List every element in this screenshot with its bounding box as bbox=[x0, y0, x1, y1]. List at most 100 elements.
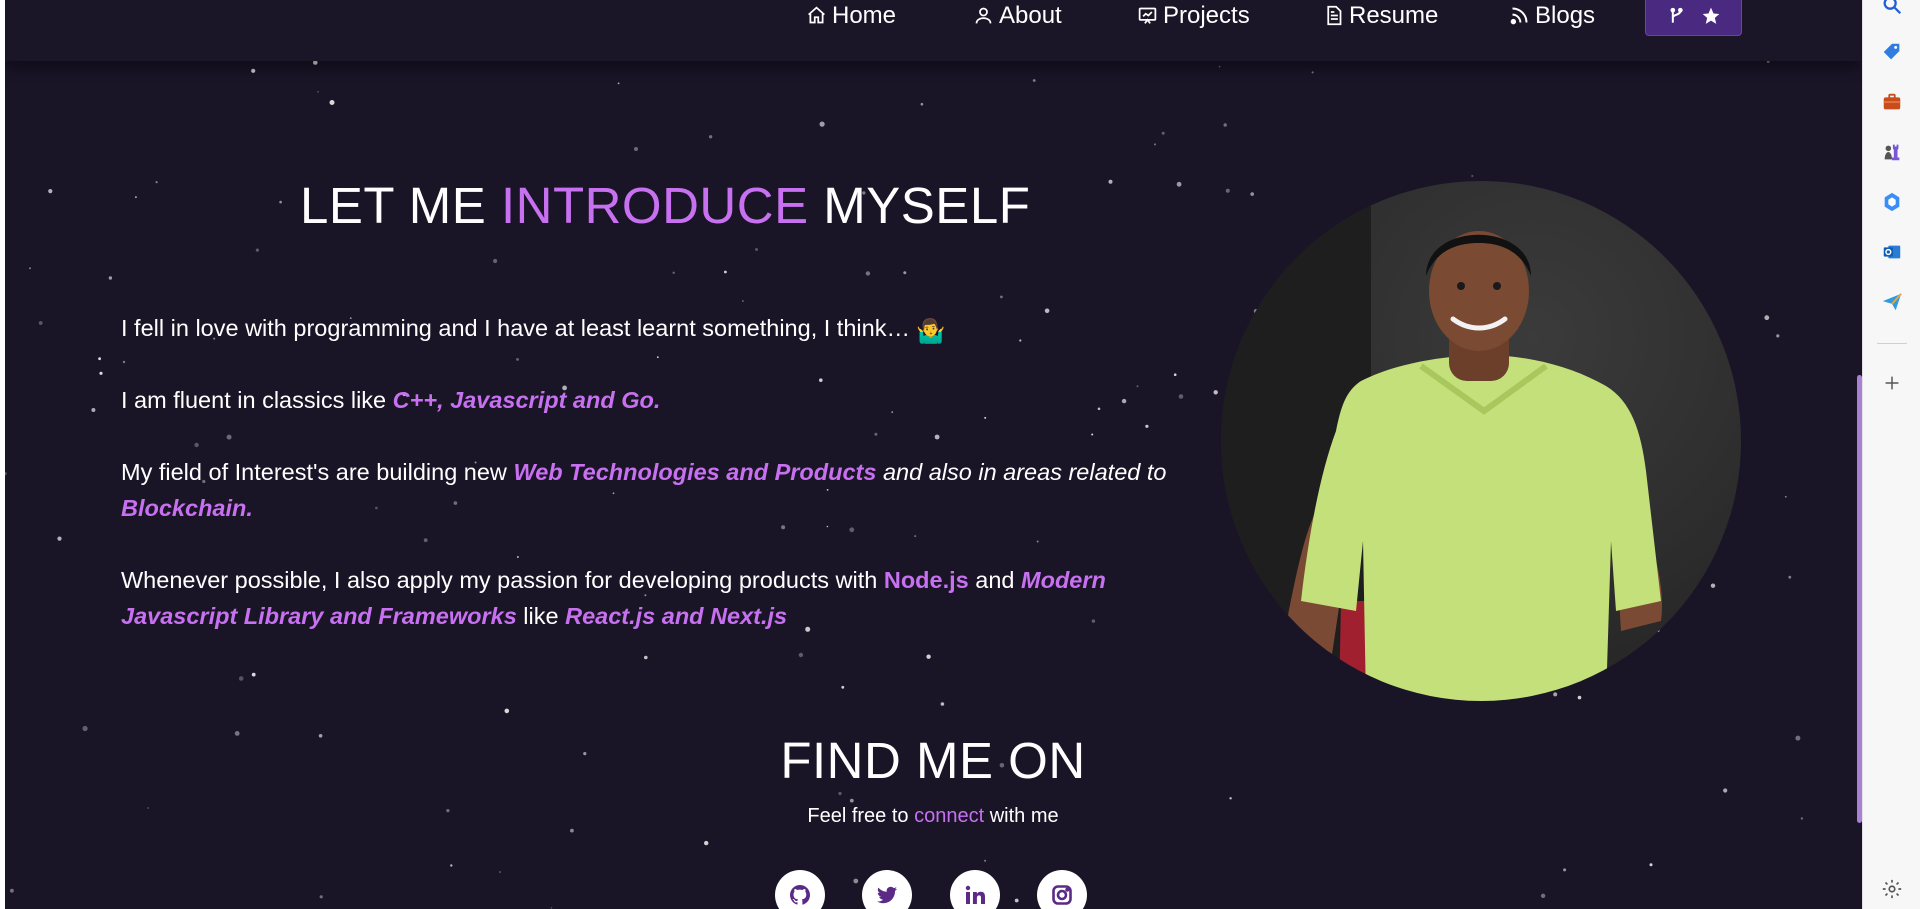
star-dot bbox=[194, 442, 199, 448]
instagram-icon bbox=[1052, 885, 1072, 905]
profile-photo-illustration bbox=[1221, 181, 1662, 701]
top-navbar: Home About Projects Resume Blogs bbox=[5, 0, 1861, 61]
p3-blockchain: Blockchain. bbox=[121, 495, 253, 521]
star-dot bbox=[155, 181, 158, 184]
star-dot bbox=[1218, 65, 1221, 68]
github-fork-star-button[interactable] bbox=[1645, 0, 1742, 36]
sidebar-copilot[interactable] bbox=[1875, 185, 1909, 219]
find-sub-text-2: with me bbox=[984, 805, 1059, 827]
briefcase-icon bbox=[1883, 93, 1901, 110]
star-dot bbox=[10, 888, 14, 893]
star-dot bbox=[1161, 131, 1165, 135]
star-dot bbox=[504, 708, 510, 714]
star-dot bbox=[1213, 390, 1218, 395]
find-me-subtitle: Feel free to connect with me bbox=[5, 804, 1861, 828]
profile-avatar bbox=[1221, 181, 1741, 701]
star-dot bbox=[319, 895, 323, 899]
star-dot bbox=[317, 90, 319, 93]
intro-paragraph-2: I am fluent in classics like C++, Javasc… bbox=[121, 382, 1201, 418]
intro-heading-highlight: INTRODUCE bbox=[500, 177, 809, 234]
star-dot bbox=[819, 121, 825, 127]
nav-projects-label: Projects bbox=[1163, 1, 1250, 29]
star-dot bbox=[1563, 868, 1567, 872]
nav-blogs[interactable]: Blogs bbox=[1509, 0, 1595, 31]
nav-resume[interactable]: Resume bbox=[1323, 0, 1438, 31]
star-dot bbox=[1311, 71, 1314, 74]
star-dot bbox=[1091, 433, 1094, 436]
star-dot bbox=[704, 840, 709, 846]
star-dot bbox=[708, 135, 713, 139]
star-dot bbox=[516, 358, 519, 361]
p3-text: My field of Interest's are building new bbox=[121, 459, 514, 485]
find-me-heading: FIND ME ON bbox=[780, 732, 1086, 789]
p4-text-3: like bbox=[516, 603, 566, 629]
star-dot bbox=[1649, 863, 1653, 867]
star-dot bbox=[516, 556, 519, 558]
github-icon bbox=[790, 885, 811, 905]
star-dot bbox=[450, 864, 453, 867]
star-dot bbox=[926, 654, 931, 659]
star-dot bbox=[841, 685, 845, 689]
intro-heading-part2: MYSELF bbox=[808, 177, 1031, 234]
star-dot bbox=[940, 702, 945, 706]
nav-about-label: About bbox=[999, 1, 1062, 29]
nav-projects[interactable]: Projects bbox=[1137, 0, 1250, 31]
portfolio-page: Home About Projects Resume Blogs LET ME … bbox=[5, 0, 1861, 909]
twitter-icon bbox=[877, 886, 897, 904]
star-dot bbox=[48, 189, 53, 194]
star-dot bbox=[570, 828, 574, 833]
intro-heading: LET ME INTRODUCE MYSELF bbox=[300, 178, 1030, 234]
star-dot bbox=[1776, 334, 1780, 338]
sidebar-send[interactable] bbox=[1875, 285, 1909, 319]
sidebar-search[interactable] bbox=[1875, 0, 1909, 22]
p4-react-next: React.js and Next.js bbox=[565, 603, 788, 629]
star-dot bbox=[724, 270, 727, 274]
p4-text-1: Whenever possible, I also apply my passi… bbox=[121, 567, 884, 593]
star-dot bbox=[903, 271, 907, 275]
nav-about[interactable]: About bbox=[973, 0, 1062, 31]
p3-areas-text: and also in areas related to bbox=[876, 459, 1167, 485]
star-dot bbox=[672, 271, 675, 274]
nav-home[interactable]: Home bbox=[806, 0, 896, 31]
sidebar-settings[interactable] bbox=[1875, 872, 1909, 906]
star-dot bbox=[1723, 788, 1728, 793]
star-dot bbox=[38, 321, 43, 325]
star-dot bbox=[617, 82, 620, 85]
sidebar-add[interactable] bbox=[1875, 366, 1909, 400]
outlook-icon bbox=[1883, 245, 1901, 259]
find-sub-text-1: Feel free to bbox=[807, 805, 915, 827]
linkedin-icon bbox=[965, 885, 985, 904]
star-dot bbox=[1229, 797, 1232, 800]
star-dot bbox=[798, 652, 804, 658]
nav-home-label: Home bbox=[832, 1, 897, 29]
star-dot bbox=[29, 267, 31, 270]
star-dot bbox=[755, 248, 758, 251]
star-dot bbox=[5, 472, 7, 476]
blog-icon bbox=[1510, 7, 1528, 25]
p2-languages: C++, Javascript and Go. bbox=[392, 387, 661, 413]
p1-text: I fell in love with programming and I ha… bbox=[121, 315, 910, 341]
intro-heading-part1: LET ME bbox=[300, 177, 501, 234]
user-icon bbox=[975, 7, 992, 24]
star-dot bbox=[838, 791, 842, 796]
star-dot bbox=[934, 434, 940, 440]
document-icon bbox=[1327, 5, 1342, 26]
p3-web-technologies: Web Technologies and Products bbox=[513, 459, 877, 485]
sidebar-shopping[interactable] bbox=[1875, 35, 1909, 69]
sidebar-games[interactable] bbox=[1875, 135, 1909, 169]
star-dot bbox=[1540, 893, 1546, 898]
star-dot bbox=[1784, 495, 1787, 498]
star-dot bbox=[329, 100, 335, 105]
projects-icon bbox=[1138, 7, 1157, 24]
nav-resume-label: Resume bbox=[1349, 1, 1439, 29]
fork-icon bbox=[1670, 7, 1683, 23]
star-dot bbox=[849, 527, 855, 533]
star-dot bbox=[1000, 295, 1003, 299]
star-dot bbox=[1710, 583, 1716, 588]
sidebar-tools[interactable] bbox=[1875, 85, 1909, 119]
star-dot bbox=[1764, 315, 1770, 321]
star-dot bbox=[1108, 179, 1113, 184]
intro-paragraph-4: Whenever possible, I also apply my passi… bbox=[121, 562, 1201, 634]
sidebar-outlook[interactable] bbox=[1875, 235, 1909, 269]
star-dot bbox=[251, 68, 256, 73]
